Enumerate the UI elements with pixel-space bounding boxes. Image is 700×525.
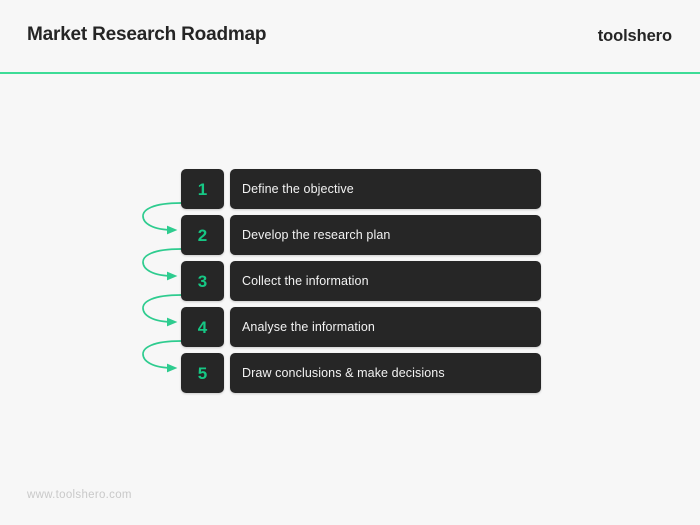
step-label: Draw conclusions & make decisions — [242, 366, 445, 380]
step-number-box[interactable]: 3 — [181, 261, 224, 301]
step-label: Develop the research plan — [242, 228, 391, 242]
step-number: 2 — [197, 225, 208, 245]
step-row[interactable]: 3 Collect the information — [181, 261, 541, 301]
connector-arrow-2-to-3 — [142, 248, 182, 281]
step-number: 3 — [197, 271, 208, 291]
step-row[interactable]: 4 Analyse the information — [181, 307, 541, 347]
step-label-box[interactable]: Define the objective — [230, 169, 541, 209]
step-row[interactable]: 1 Define the objective — [181, 169, 541, 209]
step-number-box[interactable]: 4 — [181, 307, 224, 347]
step-label-box[interactable]: Develop the research plan — [230, 215, 541, 255]
step-number: 4 — [197, 317, 208, 337]
step-label-box[interactable]: Draw conclusions & make decisions — [230, 353, 541, 393]
connector-arrows — [142, 202, 182, 373]
footer-url[interactable]: www.toolshero.com — [27, 489, 132, 501]
step-label-box[interactable]: Analyse the information — [230, 307, 541, 347]
step-number: 1 — [197, 179, 208, 199]
connector-arrow-3-to-4 — [142, 294, 182, 327]
step-number: 5 — [197, 363, 208, 383]
connector-arrow-4-to-5 — [142, 340, 182, 373]
step-label-box[interactable]: Collect the information — [230, 261, 541, 301]
step-row[interactable]: 2 Develop the research plan — [181, 215, 541, 255]
roadmap-diagram: 1 Define the objective 2 Develop the res… — [0, 0, 700, 525]
step-label: Analyse the information — [242, 320, 375, 334]
step-number-box[interactable]: 5 — [181, 353, 224, 393]
step-number-box[interactable]: 1 — [181, 169, 224, 209]
connector-arrow-1-to-2 — [142, 202, 182, 235]
step-label: Define the objective — [242, 182, 354, 196]
step-number-box[interactable]: 2 — [181, 215, 224, 255]
step-row[interactable]: 5 Draw conclusions & make decisions — [181, 353, 541, 393]
step-label: Collect the information — [242, 274, 369, 288]
